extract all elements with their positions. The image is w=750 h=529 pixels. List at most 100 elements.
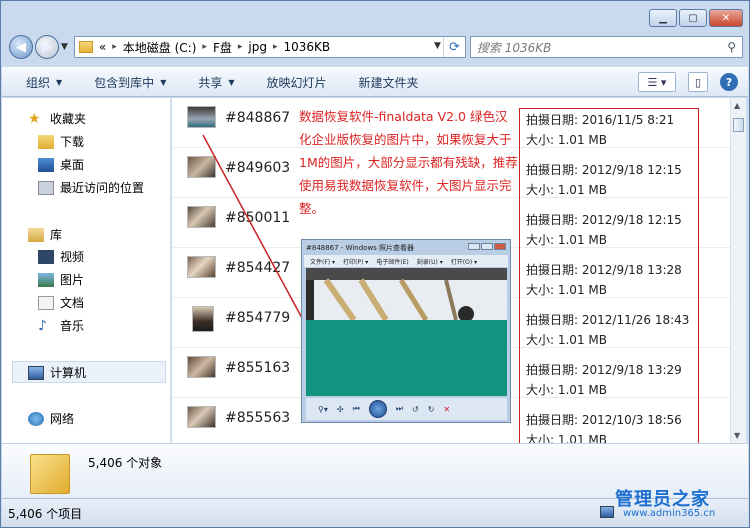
breadcrumb-jpg[interactable]: jpg <box>248 40 267 54</box>
chevron-right-icon[interactable]: ▸ <box>238 42 243 52</box>
nav-desktop-label: 桌面 <box>60 158 85 172</box>
help-icon[interactable]: ? <box>720 73 738 91</box>
viewer-title: #848867 - Windows 照片查看器 <box>306 244 415 252</box>
breadcrumb-f[interactable]: F盘 <box>213 39 232 56</box>
maximize-button[interactable]: ▢ <box>679 9 707 27</box>
nav-computer[interactable]: 计算机 <box>28 364 86 381</box>
address-bar[interactable]: « ▸ 本地磁盘 (C:) ▸ F盘 ▸ jpg ▸ 1036KB ▼ ⟳ <box>73 36 466 58</box>
photo-viewer-window[interactable]: #848867 - Windows 照片查看器 文件(F) ▾ 打印(P) ▾ … <box>301 239 511 423</box>
photo-thumbnail <box>187 206 216 228</box>
rotate-left-icon[interactable]: ↺ <box>412 405 419 414</box>
chevron-down-icon: ▼ <box>228 77 235 87</box>
chevron-right-icon[interactable]: ▸ <box>273 42 278 52</box>
viewer-menu-open[interactable]: 打开(O) ▾ <box>451 257 477 266</box>
file-name: #849603 <box>225 160 291 176</box>
navigation-pane: ★ 收藏夹 下载 桌面 最近访问的位置 库 视频 图片 文档 ♪ 音乐 计算机 网络 <box>2 98 171 443</box>
recent-places-icon <box>38 180 54 195</box>
nav-pictures[interactable]: 图片 <box>38 271 84 288</box>
breadcrumb-overflow[interactable]: « <box>99 40 106 54</box>
forward-button[interactable]: ▶ <box>35 35 59 59</box>
explorer-window: ▁ ▢ ✕ ◀ ▶ ▼ « ▸ 本地磁盘 (C:) ▸ F盘 ▸ jpg ▸ 1… <box>0 0 750 528</box>
file-name: #850011 <box>225 210 291 226</box>
computer-icon <box>28 365 44 380</box>
breadcrumb-1036kb[interactable]: 1036KB <box>283 40 330 54</box>
nav-documents[interactable]: 文档 <box>38 294 84 311</box>
viewer-image <box>306 268 507 396</box>
file-name: #848867 <box>225 110 291 126</box>
nav-music[interactable]: ♪ 音乐 <box>38 317 84 334</box>
viewer-menu-burn[interactable]: 刻录(U) ▾ <box>417 257 443 266</box>
library-icon <box>28 227 44 242</box>
new-folder-label: 新建文件夹 <box>358 75 419 90</box>
preview-pane-icon[interactable]: ▯ <box>688 72 708 92</box>
nav-desktop[interactable]: 桌面 <box>38 156 84 173</box>
details-object-count: 5,406 个对象 <box>88 456 163 470</box>
photo-thumbnail <box>187 356 216 378</box>
include-label: 包含到库中 <box>94 75 155 90</box>
organize-menu[interactable]: 组织 ▼ <box>26 74 62 91</box>
chevron-right-icon[interactable]: ▸ <box>112 42 117 52</box>
viewer-caption-buttons <box>468 243 506 250</box>
star-icon: ★ <box>28 110 41 127</box>
breadcrumb-drive[interactable]: 本地磁盘 (C:) <box>123 39 197 56</box>
folder-icon <box>78 41 93 53</box>
annotation-highlight-box <box>519 108 699 446</box>
nav-music-label: 音乐 <box>60 319 85 333</box>
desktop-icon <box>38 157 54 172</box>
nav-videos[interactable]: 视频 <box>38 248 84 265</box>
search-icon[interactable]: ⚲ <box>727 40 736 54</box>
organize-label: 组织 <box>26 75 51 90</box>
nav-network[interactable]: 网络 <box>28 410 74 427</box>
photo-thumbnail <box>192 306 214 332</box>
share-menu[interactable]: 共享 ▼ <box>198 74 234 91</box>
nav-libraries-label: 库 <box>50 228 63 242</box>
nav-favorites-label: 收藏夹 <box>50 112 87 126</box>
minimize-button[interactable]: ▁ <box>649 9 677 27</box>
viewer-menu-print[interactable]: 打印(P) ▾ <box>343 257 368 266</box>
nav-libraries[interactable]: 库 <box>28 226 62 243</box>
slideshow-button[interactable]: 放映幻灯片 <box>267 74 327 91</box>
nav-downloads-label: 下载 <box>60 135 85 149</box>
chevron-down-icon: ▼ <box>160 77 167 87</box>
address-dropdown-icon[interactable]: ▼ <box>434 41 441 51</box>
file-name: #855163 <box>225 360 291 376</box>
view-options-button[interactable]: ☰ ▾ <box>638 72 676 92</box>
viewer-menu-email[interactable]: 电子邮件(E) <box>376 257 408 266</box>
viewer-minimize-button[interactable] <box>468 243 480 250</box>
recent-pages-dropdown[interactable]: ▼ <box>61 42 68 52</box>
rotate-right-icon[interactable]: ↻ <box>428 405 435 414</box>
vertical-scrollbar[interactable]: ▲ ▼ <box>730 98 746 443</box>
truncated-photo <box>306 268 507 322</box>
navigation-bar: ◀ ▶ ▼ « ▸ 本地磁盘 (C:) ▸ F盘 ▸ jpg ▸ 1036KB … <box>9 34 743 60</box>
scroll-down-icon[interactable]: ▼ <box>734 431 740 440</box>
delete-icon[interactable]: ✕ <box>443 405 450 414</box>
back-button[interactable]: ◀ <box>9 35 33 59</box>
pictures-icon <box>38 272 54 287</box>
scroll-thumb[interactable] <box>733 118 744 132</box>
photo-thumbnail <box>187 256 216 278</box>
watermark-url: www.admin365.cn <box>623 508 716 519</box>
viewer-maximize-button[interactable] <box>481 243 493 250</box>
refresh-icon[interactable]: ⟳ <box>442 37 465 57</box>
zoom-icon[interactable]: ⚲▾ <box>318 405 328 414</box>
nav-downloads[interactable]: 下载 <box>38 133 84 150</box>
search-input[interactable]: 搜索 1036KB ⚲ <box>469 36 743 58</box>
slideshow-play-button[interactable] <box>368 400 387 418</box>
nav-recent-places[interactable]: 最近访问的位置 <box>38 179 144 196</box>
viewer-menu-file[interactable]: 文件(F) ▾ <box>310 257 335 266</box>
actual-size-icon[interactable]: ✣ <box>337 405 344 414</box>
new-folder-button[interactable]: 新建文件夹 <box>359 74 419 91</box>
viewer-close-button[interactable] <box>494 243 506 250</box>
chevron-right-icon[interactable]: ▸ <box>202 42 207 52</box>
network-icon <box>28 411 44 426</box>
file-name: #854427 <box>225 260 291 276</box>
nav-favorites[interactable]: ★ 收藏夹 <box>28 110 86 127</box>
next-icon[interactable]: ⏭ <box>396 404 403 414</box>
scroll-up-icon[interactable]: ▲ <box>734 101 740 110</box>
close-button[interactable]: ✕ <box>709 9 743 27</box>
previous-icon[interactable]: ⏮ <box>353 404 360 414</box>
photo-thumbnail <box>187 106 216 128</box>
nav-documents-label: 文档 <box>60 296 85 310</box>
video-icon <box>38 249 54 264</box>
include-in-library-menu[interactable]: 包含到库中 ▼ <box>94 74 166 91</box>
